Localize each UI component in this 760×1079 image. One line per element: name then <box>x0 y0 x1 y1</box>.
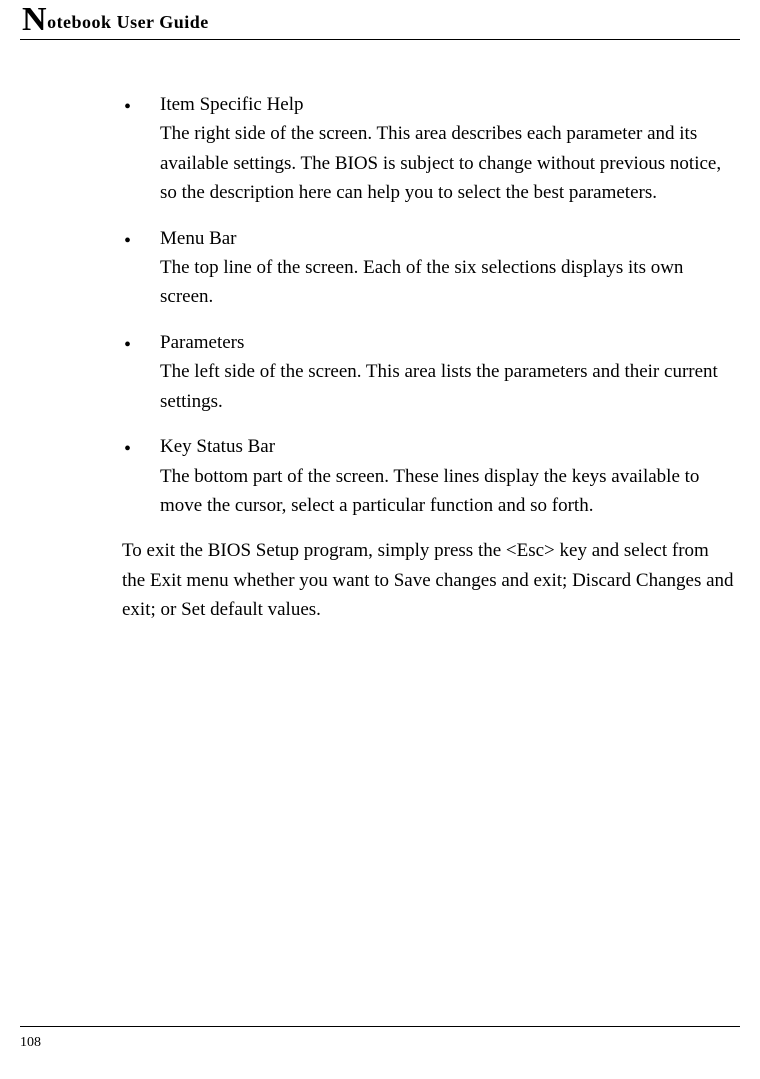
page-number: 108 <box>20 1035 41 1050</box>
bullet-icon: • <box>124 335 131 355</box>
page: Notebook User Guide • Item Specific Help… <box>0 0 760 1079</box>
bullet-icon: • <box>124 231 131 251</box>
page-footer: 108 <box>20 1026 740 1051</box>
bullet-body: The left side of the screen. This area l… <box>20 357 740 416</box>
page-header: Notebook User Guide <box>20 0 740 40</box>
header-dropcap: N <box>22 1 47 38</box>
bullet-item: • Item Specific Help The right side of t… <box>20 90 740 208</box>
bullet-icon: • <box>124 97 131 117</box>
content-area: • Item Specific Help The right side of t… <box>0 40 760 625</box>
bullet-body: The top line of the screen. Each of the … <box>20 253 740 312</box>
bullet-item: • Menu Bar The top line of the screen. E… <box>20 224 740 312</box>
bullet-item: • Key Status Bar The bottom part of the … <box>20 432 740 520</box>
header-title: Notebook User Guide <box>22 8 740 33</box>
bullet-item: • Parameters The left side of the screen… <box>20 328 740 416</box>
header-title-rest: otebook User Guide <box>47 12 209 32</box>
bullet-icon: • <box>124 439 131 459</box>
closing-paragraph: To exit the BIOS Setup program, simply p… <box>20 536 740 624</box>
bullet-body: The right side of the screen. This area … <box>20 119 740 207</box>
bullet-body: The bottom part of the screen. These lin… <box>20 462 740 521</box>
